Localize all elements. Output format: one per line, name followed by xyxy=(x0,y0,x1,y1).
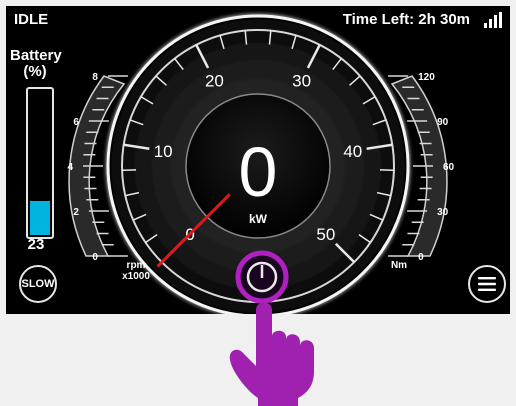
mode-status: IDLE xyxy=(14,11,49,28)
gauge-svg: 02468 0306090120 01020304050 0kWrpmx1000… xyxy=(67,14,455,314)
side-scale-label: 0 xyxy=(418,252,424,263)
power-tick-label: 40 xyxy=(343,142,362,161)
side-scale-label: 6 xyxy=(73,117,79,128)
pointing-hand-icon xyxy=(229,302,314,406)
signal-icon xyxy=(484,12,502,28)
battery-fill xyxy=(30,200,50,235)
power-tick-label: 30 xyxy=(292,71,311,90)
rpm-unit-label-2: x1000 xyxy=(122,271,150,282)
battery-title: Battery (%) xyxy=(10,47,62,80)
slow-mode-button[interactable]: SLOW xyxy=(19,265,57,303)
battery-gauge xyxy=(26,87,54,239)
torque-unit-label: Nm xyxy=(391,260,407,271)
battery-title-line2: (%) xyxy=(23,63,47,80)
dashboard-screen: 02468 0306090120 01020304050 0kWrpmx1000… xyxy=(6,6,510,314)
rpm-unit-label: rpm xyxy=(127,260,146,271)
side-scale-label: 90 xyxy=(437,117,449,128)
power-unit: kW xyxy=(249,212,268,226)
time-left-status: Time Left: 2h 30m xyxy=(342,11,470,28)
power-readout: 0 xyxy=(239,133,278,211)
menu-button[interactable] xyxy=(468,265,506,303)
side-scale-label: 30 xyxy=(437,207,449,218)
power-button[interactable] xyxy=(235,250,289,304)
side-scale-label: 120 xyxy=(418,72,435,83)
side-scale-label: 8 xyxy=(92,72,98,83)
power-tick-label: 10 xyxy=(154,142,173,161)
side-scale-label: 60 xyxy=(443,162,455,173)
side-scale-label: 2 xyxy=(73,207,79,218)
side-scale-label: 0 xyxy=(92,252,98,263)
side-scale-label: 4 xyxy=(67,162,73,173)
battery-value: 23 xyxy=(27,236,45,253)
power-tick-label: 20 xyxy=(205,71,224,90)
hamburger-menu-icon xyxy=(478,277,496,291)
battery-title-line1: Battery xyxy=(10,47,62,64)
power-tick-label: 50 xyxy=(316,225,335,244)
